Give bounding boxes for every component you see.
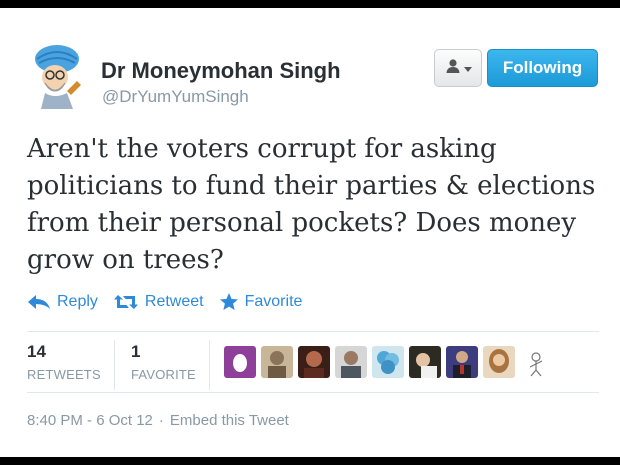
retweets-count: 14 [27,342,46,361]
retweets-label: RETWEETS [27,367,101,382]
woman-portrait-avatar[interactable] [483,346,515,378]
favorite-label: Favorite [244,293,303,310]
tweet-line: from their personal pockets? Does money [27,208,577,238]
reply-icon [27,294,51,310]
favorites-count: 1 [131,342,141,361]
user-actions-button[interactable] [434,49,482,87]
following-button[interactable]: Following [487,49,598,87]
divider [27,392,599,393]
retweet-icon [113,293,139,311]
star-icon [219,292,239,312]
chevron-down-icon [463,66,472,72]
tweet-line: politicians to fund their parties & elec… [27,171,596,201]
retweets-stat[interactable]: 14 RETWEETS [27,342,101,382]
divider [114,340,115,390]
timestamp[interactable]: 8:40 PM - 6 Oct 12 [27,412,153,429]
tweet-line: grow on trees? [27,245,224,275]
suit-portrait-avatar[interactable] [446,346,478,378]
tweet-actions: Reply Retweet Favorite [27,291,317,313]
caricature-avatar[interactable] [27,41,85,109]
separator: · [158,412,164,429]
tan-portrait-avatar[interactable] [261,346,293,378]
divider [27,331,599,332]
tweet-card: Dr Moneymohan Singh @DrYumYumSingh Follo… [0,8,620,457]
sketch-avatar[interactable] [520,346,552,378]
man-portrait-avatar[interactable] [335,346,367,378]
user-handle[interactable]: @DrYumYumSingh [102,87,249,107]
favorites-label: FAVORITE [131,367,196,382]
user-dropdown-icon [445,58,461,79]
tweet-line: Aren't the voters corrupt for asking [27,134,497,164]
display-name[interactable]: Dr Moneymohan Singh [101,58,341,84]
child-portrait-avatar[interactable] [409,346,441,378]
reply-label: Reply [57,293,98,310]
retweet-label: Retweet [144,293,204,310]
blue-flower-avatar[interactable] [372,346,404,378]
tweet-text: Aren't the voters corrupt for asking pol… [27,131,597,279]
reply-button[interactable]: Reply [27,293,98,311]
favorite-button[interactable]: Favorite [219,292,303,312]
embed-tweet-link[interactable]: Embed this Tweet [170,412,289,429]
tweet-footer: 8:40 PM - 6 Oct 12 · Embed this Tweet [27,412,289,429]
retweeter-avatars [224,346,552,378]
dark-portrait-avatar[interactable] [298,346,330,378]
divider [209,340,210,390]
egg-avatar[interactable] [224,346,256,378]
retweet-button[interactable]: Retweet [113,293,204,311]
favorites-stat[interactable]: 1 FAVORITE [131,342,196,382]
